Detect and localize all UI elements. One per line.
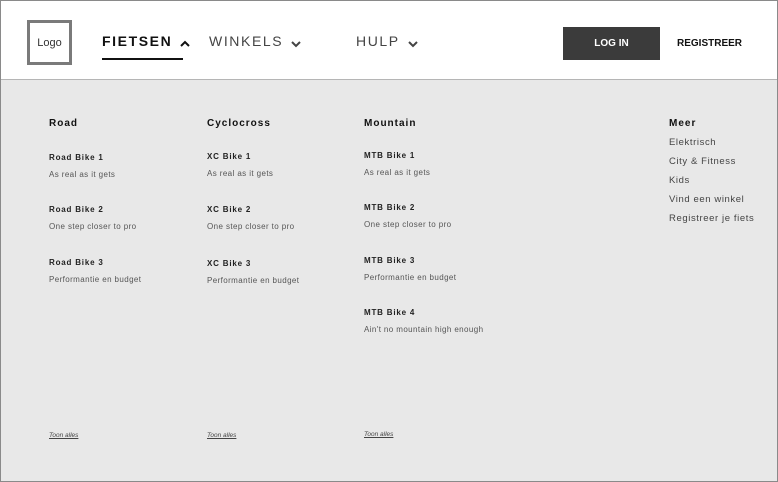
logo-text: Logo (37, 36, 62, 49)
product-name: Road Bike 1 (49, 153, 104, 162)
product-description: As real as it gets (364, 168, 431, 177)
show-all-link[interactable]: Toon alles (49, 432, 78, 439)
product-item[interactable]: MTB Bike 4 Ain't no mountain high enough (364, 308, 483, 334)
product-name: MTB Bike 3 (364, 256, 416, 265)
product-description: Ain't no mountain high enough (364, 325, 484, 334)
nav-item-label: WINKELS (209, 33, 284, 49)
chevron-down-icon (407, 36, 419, 48)
column-title: Road (49, 118, 78, 129)
chevron-down-icon (290, 36, 302, 48)
product-description: Performantie en budget (207, 276, 300, 285)
login-button[interactable]: LOG IN (563, 27, 660, 60)
product-item[interactable]: Road Bike 2 One step closer to pro (49, 205, 137, 231)
column-title: Cyclocross (207, 118, 271, 129)
column-title: Mountain (364, 118, 417, 129)
product-item[interactable]: Road Bike 1 As real as it gets (49, 153, 115, 179)
product-description: As real as it gets (49, 170, 116, 179)
product-name: XC Bike 2 (207, 205, 252, 214)
more-link-register-bike[interactable]: Registreer je fiets (669, 213, 754, 224)
product-item[interactable]: XC Bike 1 As real as it gets (207, 152, 273, 178)
nav-item-hulp[interactable]: HULP (356, 33, 419, 49)
product-name: XC Bike 1 (207, 152, 252, 161)
menu-column-cyclocross: Cyclocross (207, 118, 271, 153)
app-frame: Logo FIETSEN WINKELS HULP LOG IN REGISTR… (0, 0, 778, 482)
product-description: Performantie en budget (364, 273, 457, 282)
product-description: Performantie en budget (49, 275, 142, 284)
product-description: As real as it gets (207, 169, 274, 178)
product-description: One step closer to pro (207, 222, 295, 231)
show-all-link[interactable]: Toon alles (364, 431, 393, 438)
more-link-kids[interactable]: Kids (669, 175, 690, 186)
product-name: MTB Bike 4 (364, 308, 416, 317)
site-header: Logo FIETSEN WINKELS HULP LOG IN REGISTR… (1, 1, 777, 80)
product-description: One step closer to pro (49, 222, 137, 231)
logo[interactable]: Logo (27, 20, 72, 65)
product-item[interactable]: XC Bike 2 One step closer to pro (207, 205, 295, 231)
product-name: Road Bike 2 (49, 205, 104, 214)
more-link-store-finder[interactable]: Vind een winkel (669, 194, 744, 205)
product-name: Road Bike 3 (49, 258, 104, 267)
product-name: MTB Bike 1 (364, 151, 416, 160)
nav-item-winkels[interactable]: WINKELS (209, 33, 302, 49)
product-name: XC Bike 3 (207, 259, 252, 268)
register-link[interactable]: REGISTREER (677, 38, 742, 49)
product-item[interactable]: Road Bike 3 Performantie en budget (49, 258, 141, 284)
column-title: Meer (669, 118, 697, 129)
nav-item-label: HULP (356, 33, 400, 49)
menu-column-road: Road (49, 118, 78, 153)
more-link-city-fitness[interactable]: City & Fitness (669, 156, 736, 167)
chevron-up-icon (179, 36, 191, 47)
product-name: MTB Bike 2 (364, 203, 416, 212)
show-all-link[interactable]: Toon alles (207, 432, 236, 439)
more-link-elektrisch[interactable]: Elektrisch (669, 137, 716, 148)
product-item[interactable]: MTB Bike 3 Performantie en budget (364, 256, 456, 282)
product-item[interactable]: MTB Bike 2 One step closer to pro (364, 203, 452, 229)
menu-column-mountain: Mountain (364, 118, 416, 153)
product-description: One step closer to pro (364, 220, 452, 229)
product-item[interactable]: XC Bike 3 Performantie en budget (207, 259, 299, 285)
product-item[interactable]: MTB Bike 1 As real as it gets (364, 151, 430, 177)
nav-item-label: FIETSEN (102, 33, 173, 49)
nav-item-fietsen[interactable]: FIETSEN (102, 33, 191, 60)
